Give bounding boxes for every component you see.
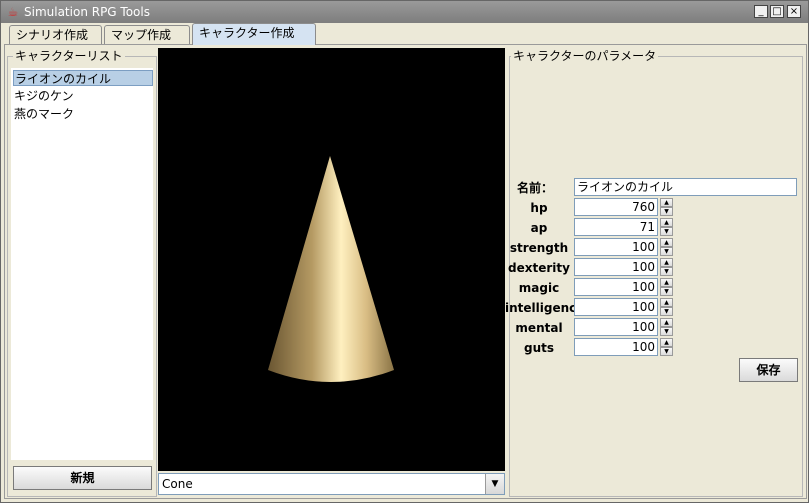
param-input-intelligence[interactable]: 100 [574, 298, 658, 316]
param-spinner[interactable]: ▲ ▼ [660, 238, 673, 256]
name-label: 名前： [516, 181, 553, 195]
param-spinner[interactable]: ▲ ▼ [660, 278, 673, 296]
shape-select[interactable]: Cone ▼ [158, 473, 505, 495]
minimize-button[interactable]: _ [754, 5, 768, 18]
parameter-group-title: キャラクターのパラメータ [511, 49, 659, 63]
list-item[interactable]: ライオンのカイル [13, 70, 153, 86]
tab-map[interactable]: マップ作成 [104, 25, 190, 44]
character-list-title: キャラクターリスト [13, 49, 125, 63]
window-title: Simulation RPG Tools [24, 5, 150, 19]
param-label-guts: guts [523, 341, 554, 355]
spinner-down-icon[interactable]: ▼ [660, 287, 673, 296]
close-button[interactable]: × [787, 5, 801, 18]
param-label-intelligence: intelligence [505, 301, 585, 315]
spinner-down-icon[interactable]: ▼ [660, 227, 673, 236]
spinner-up-icon[interactable]: ▲ [660, 338, 673, 347]
param-label-dexterity: dexterity [508, 261, 570, 275]
application-window: ☕ Simulation RPG Tools _ □ × シナリオ作成 マップ作… [0, 0, 809, 503]
tab-scenario[interactable]: シナリオ作成 [9, 25, 102, 44]
maximize-button[interactable]: □ [770, 5, 784, 18]
spinner-up-icon[interactable]: ▲ [660, 298, 673, 307]
param-spinner[interactable]: ▲ ▼ [660, 298, 673, 316]
tab-character[interactable]: キャラクター作成 [192, 23, 316, 45]
spinner-down-icon[interactable]: ▼ [660, 207, 673, 216]
spinner-down-icon[interactable]: ▼ [660, 307, 673, 316]
param-input-mental[interactable]: 100 [574, 318, 658, 336]
spinner-up-icon[interactable]: ▲ [660, 238, 673, 247]
param-spinner[interactable]: ▲ ▼ [660, 258, 673, 276]
parameter-group [509, 56, 803, 497]
new-character-button[interactable]: 新規 [13, 466, 152, 490]
java-app-icon: ☕ [7, 5, 19, 19]
3d-preview-canvas[interactable] [158, 48, 505, 471]
cone-render [268, 156, 394, 382]
param-label-mental: mental [515, 321, 563, 335]
spinner-up-icon[interactable]: ▲ [660, 218, 673, 227]
list-item[interactable]: 燕のマーク [13, 106, 154, 122]
character-list[interactable]: ライオンのカイル キジのケン燕のマーク [11, 68, 153, 460]
spinner-up-icon[interactable]: ▲ [660, 278, 673, 287]
spinner-up-icon[interactable]: ▲ [660, 198, 673, 207]
name-field[interactable]: ライオンのカイル [574, 178, 797, 196]
spinner-down-icon[interactable]: ▼ [660, 327, 673, 336]
spinner-down-icon[interactable]: ▼ [660, 347, 673, 356]
param-input-strength[interactable]: 100 [574, 238, 658, 256]
param-input-hp[interactable]: 760 [574, 198, 658, 216]
param-spinner[interactable]: ▲ ▼ [660, 198, 673, 216]
list-item[interactable]: キジのケン [13, 88, 154, 104]
param-input-ap[interactable]: 71 [574, 218, 658, 236]
param-label-strength: strength [509, 241, 569, 255]
spinner-down-icon[interactable]: ▼ [660, 267, 673, 276]
param-input-magic[interactable]: 100 [574, 278, 658, 296]
chevron-down-icon[interactable]: ▼ [485, 474, 504, 494]
cone-shape [268, 156, 394, 382]
spinner-up-icon[interactable]: ▲ [660, 258, 673, 267]
param-spinner[interactable]: ▲ ▼ [660, 218, 673, 236]
spinner-up-icon[interactable]: ▲ [660, 318, 673, 327]
param-spinner[interactable]: ▲ ▼ [660, 338, 673, 356]
save-button[interactable]: 保存 [739, 358, 798, 382]
param-input-guts[interactable]: 100 [574, 338, 658, 356]
shape-select-value: Cone [162, 477, 193, 491]
param-label-magic: magic [518, 281, 560, 295]
param-label-hp: hp [530, 201, 548, 215]
character-editor-panel: キャラクターリスト ライオンのカイル キジのケン 燕のマーク 新規 Cone ▼… [4, 44, 807, 499]
title-bar[interactable]: ☕ Simulation RPG Tools _ □ × [1, 1, 808, 23]
tab-bar: シナリオ作成 マップ作成 キャラクター作成 [1, 23, 808, 45]
spinner-down-icon[interactable]: ▼ [660, 247, 673, 256]
param-spinner[interactable]: ▲ ▼ [660, 318, 673, 336]
param-label-ap: ap [530, 221, 548, 235]
param-input-dexterity[interactable]: 100 [574, 258, 658, 276]
